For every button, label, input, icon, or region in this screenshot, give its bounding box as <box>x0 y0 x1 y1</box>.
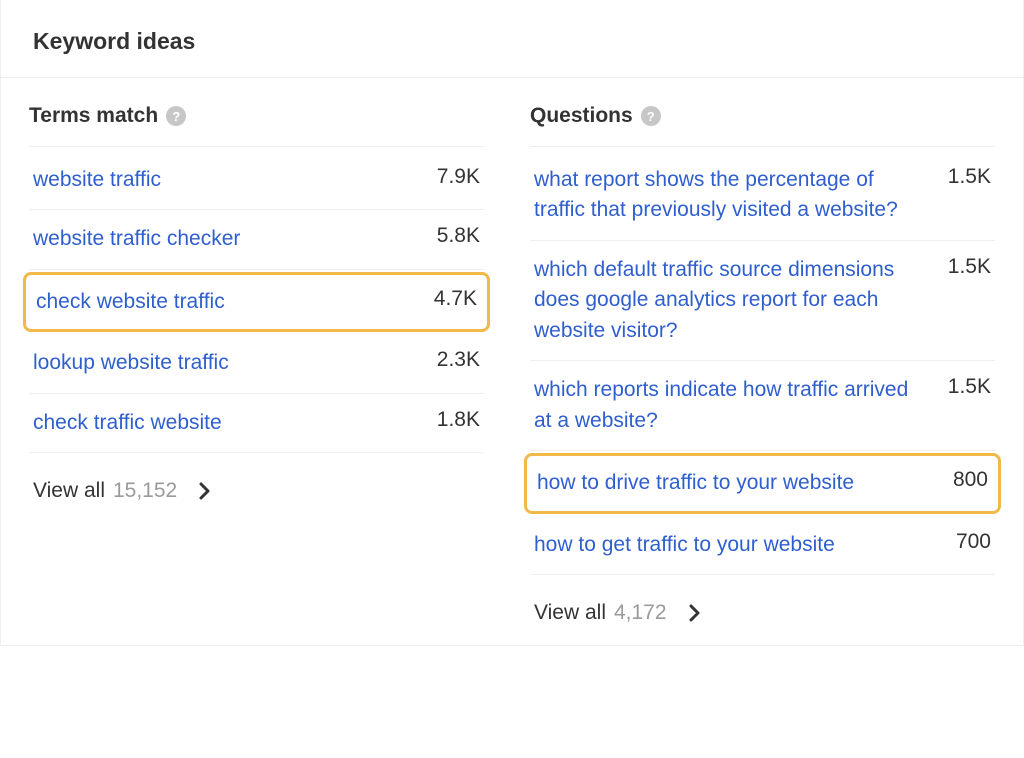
table-row: website traffic 7.9K <box>29 151 484 210</box>
panel-title: Keyword ideas <box>33 28 991 55</box>
keyword-link[interactable]: website traffic checker <box>33 224 417 254</box>
table-row: check traffic website 1.8K <box>29 394 484 453</box>
keyword-link[interactable]: how to get traffic to your website <box>534 530 936 560</box>
view-all-terms[interactable]: View all 15,152 <box>29 453 484 513</box>
table-row: lookup website traffic 2.3K <box>29 334 484 393</box>
keyword-link[interactable]: website traffic <box>33 165 417 195</box>
keyword-link[interactable]: which default traffic source dimensions … <box>534 255 928 346</box>
keyword-volume: 1.5K <box>948 165 991 189</box>
keyword-volume: 5.8K <box>437 224 480 248</box>
keyword-link[interactable]: lookup website traffic <box>33 348 417 378</box>
chevron-right-icon <box>689 604 701 622</box>
keyword-volume: 800 <box>953 468 988 492</box>
keyword-link[interactable]: which reports indicate how traffic arriv… <box>534 375 928 436</box>
keyword-volume: 1.5K <box>948 255 991 279</box>
table-row: which reports indicate how traffic arriv… <box>530 361 995 451</box>
keyword-link[interactable]: check traffic website <box>33 408 417 438</box>
keyword-link[interactable]: how to drive traffic to your website <box>537 468 933 498</box>
keyword-link[interactable]: check website traffic <box>36 287 414 317</box>
terms-match-title: Terms match <box>29 104 158 128</box>
table-row-highlighted: how to drive traffic to your website 800 <box>524 453 1001 513</box>
table-row: website traffic checker 5.8K <box>29 210 484 269</box>
view-all-questions[interactable]: View all 4,172 <box>530 575 995 635</box>
help-icon[interactable]: ? <box>641 106 661 126</box>
keyword-volume: 1.8K <box>437 408 480 432</box>
keyword-volume: 7.9K <box>437 165 480 189</box>
table-row-highlighted: check website traffic 4.7K <box>23 272 490 332</box>
view-all-label: View all <box>33 479 105 503</box>
table-row: which default traffic source dimensions … <box>530 241 995 361</box>
view-all-count: 15,152 <box>113 479 177 503</box>
keyword-volume: 700 <box>956 530 991 554</box>
help-icon[interactable]: ? <box>166 106 186 126</box>
terms-match-column: Terms match ? website traffic 7.9K websi… <box>1 78 512 645</box>
table-row: what report shows the percentage of traf… <box>530 151 995 241</box>
table-row: how to get traffic to your website 700 <box>530 516 995 575</box>
keyword-link[interactable]: what report shows the percentage of traf… <box>534 165 928 226</box>
questions-title: Questions <box>530 104 633 128</box>
keyword-volume: 4.7K <box>434 287 477 311</box>
questions-column: Questions ? what report shows the percen… <box>512 78 1023 645</box>
view-all-count: 4,172 <box>614 601 667 625</box>
keyword-volume: 2.3K <box>437 348 480 372</box>
panel-header: Keyword ideas <box>1 0 1023 78</box>
view-all-label: View all <box>534 601 606 625</box>
chevron-right-icon <box>199 482 211 500</box>
keyword-volume: 1.5K <box>948 375 991 399</box>
